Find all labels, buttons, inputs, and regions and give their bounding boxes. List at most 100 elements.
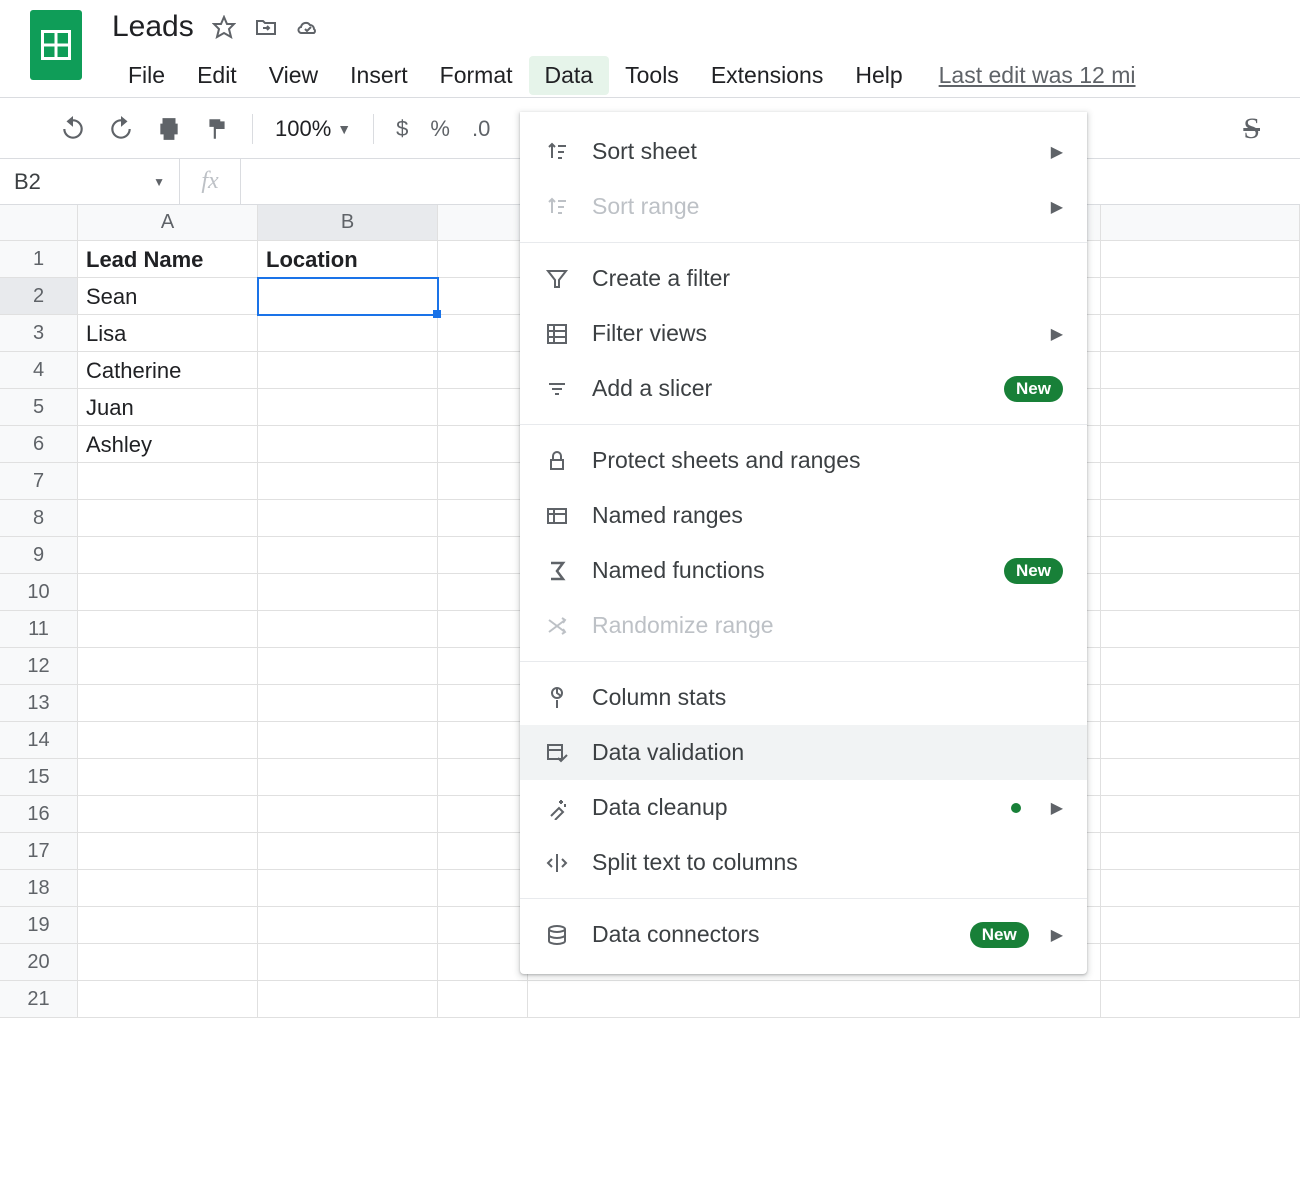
row-header-14[interactable]: 14 — [0, 722, 78, 759]
menu-item-data-validation[interactable]: Data validation — [520, 725, 1087, 780]
cell[interactable] — [1101, 241, 1300, 278]
cell[interactable] — [438, 648, 528, 685]
cell[interactable] — [1101, 537, 1300, 574]
cell-B16[interactable] — [258, 796, 438, 833]
cell[interactable] — [1101, 389, 1300, 426]
menu-item-named-ranges[interactable]: Named ranges — [520, 488, 1087, 543]
menu-item-filter-views[interactable]: Filter views▶ — [520, 306, 1087, 361]
row-header-5[interactable]: 5 — [0, 389, 78, 426]
cell-B15[interactable] — [258, 759, 438, 796]
redo-icon[interactable] — [108, 116, 134, 142]
cell[interactable] — [438, 574, 528, 611]
cell-A18[interactable] — [78, 870, 258, 907]
cell-A8[interactable] — [78, 500, 258, 537]
cell[interactable] — [438, 500, 528, 537]
row-header-1[interactable]: 1 — [0, 241, 78, 278]
row-header-2[interactable]: 2 — [0, 278, 78, 315]
cell-A10[interactable] — [78, 574, 258, 611]
cell[interactable] — [438, 759, 528, 796]
row-header-10[interactable]: 10 — [0, 574, 78, 611]
cloud-status-icon[interactable] — [296, 15, 320, 39]
menu-item-protect-sheets-and-ranges[interactable]: Protect sheets and ranges — [520, 433, 1087, 488]
cell-A17[interactable] — [78, 833, 258, 870]
cell-B17[interactable] — [258, 833, 438, 870]
cell-A2[interactable]: Sean — [78, 278, 258, 315]
cell[interactable] — [438, 352, 528, 389]
cell[interactable] — [1101, 315, 1300, 352]
menu-extensions[interactable]: Extensions — [695, 56, 840, 95]
menu-item-split-text-to-columns[interactable]: Split text to columns — [520, 835, 1087, 890]
column-header-A[interactable]: A — [78, 205, 258, 241]
menu-item-data-connectors[interactable]: Data connectorsNew▶ — [520, 907, 1087, 962]
cell-B9[interactable] — [258, 537, 438, 574]
cell[interactable] — [438, 722, 528, 759]
cell-A20[interactable] — [78, 944, 258, 981]
undo-icon[interactable] — [60, 116, 86, 142]
cell-B5[interactable] — [258, 389, 438, 426]
cell-A5[interactable]: Juan — [78, 389, 258, 426]
zoom-select[interactable]: 100%▼ — [275, 116, 351, 142]
cell[interactable] — [1101, 426, 1300, 463]
menu-item-column-stats[interactable]: Column stats — [520, 670, 1087, 725]
cell[interactable] — [1101, 722, 1300, 759]
cell-A19[interactable] — [78, 907, 258, 944]
name-box[interactable]: B2▼ — [0, 159, 180, 204]
cell-A1[interactable]: Lead Name — [78, 241, 258, 278]
strikethrough-button[interactable]: S — [1243, 112, 1280, 146]
cell[interactable] — [438, 389, 528, 426]
menu-view[interactable]: View — [253, 56, 334, 95]
menu-item-sort-sheet[interactable]: Sort sheet▶ — [520, 124, 1087, 179]
cell-A7[interactable] — [78, 463, 258, 500]
row-header-6[interactable]: 6 — [0, 426, 78, 463]
menu-data[interactable]: Data — [529, 56, 610, 95]
cell-B3[interactable] — [258, 315, 438, 352]
cell-A13[interactable] — [78, 685, 258, 722]
row-header-16[interactable]: 16 — [0, 796, 78, 833]
menu-insert[interactable]: Insert — [334, 56, 424, 95]
cell[interactable] — [438, 241, 528, 278]
cell[interactable] — [1101, 685, 1300, 722]
cell-B11[interactable] — [258, 611, 438, 648]
cell-B14[interactable] — [258, 722, 438, 759]
format-percent[interactable]: % — [430, 116, 450, 142]
format-currency[interactable]: $ — [396, 116, 408, 142]
cell[interactable] — [1101, 796, 1300, 833]
cell[interactable] — [438, 537, 528, 574]
row-header-9[interactable]: 9 — [0, 537, 78, 574]
cell-A21[interactable] — [78, 981, 258, 1018]
menu-edit[interactable]: Edit — [181, 56, 253, 95]
cell[interactable] — [438, 796, 528, 833]
column-header[interactable] — [438, 205, 528, 241]
cell[interactable] — [528, 981, 1101, 1018]
cell[interactable] — [438, 907, 528, 944]
select-all-corner[interactable] — [0, 205, 78, 241]
cell-A3[interactable]: Lisa — [78, 315, 258, 352]
menu-format[interactable]: Format — [424, 56, 529, 95]
cell[interactable] — [438, 463, 528, 500]
row-header-12[interactable]: 12 — [0, 648, 78, 685]
cell-B13[interactable] — [258, 685, 438, 722]
cell[interactable] — [1101, 833, 1300, 870]
star-icon[interactable] — [212, 15, 236, 39]
cell[interactable] — [438, 981, 528, 1018]
column-header-B[interactable]: B — [258, 205, 438, 241]
cell[interactable] — [438, 426, 528, 463]
cell[interactable] — [1101, 944, 1300, 981]
row-header-20[interactable]: 20 — [0, 944, 78, 981]
menu-help[interactable]: Help — [839, 56, 918, 95]
cell[interactable] — [438, 278, 528, 315]
cell[interactable] — [438, 833, 528, 870]
cell-A15[interactable] — [78, 759, 258, 796]
cell-B6[interactable] — [258, 426, 438, 463]
cell-A16[interactable] — [78, 796, 258, 833]
cell[interactable] — [1101, 278, 1300, 315]
cell[interactable] — [438, 315, 528, 352]
cell[interactable] — [1101, 648, 1300, 685]
cell-A14[interactable] — [78, 722, 258, 759]
column-header[interactable] — [1101, 205, 1300, 241]
paint-format-icon[interactable] — [204, 116, 230, 142]
cell-B12[interactable] — [258, 648, 438, 685]
row-header-17[interactable]: 17 — [0, 833, 78, 870]
cell-B1[interactable]: Location — [258, 241, 438, 278]
cell[interactable] — [438, 685, 528, 722]
